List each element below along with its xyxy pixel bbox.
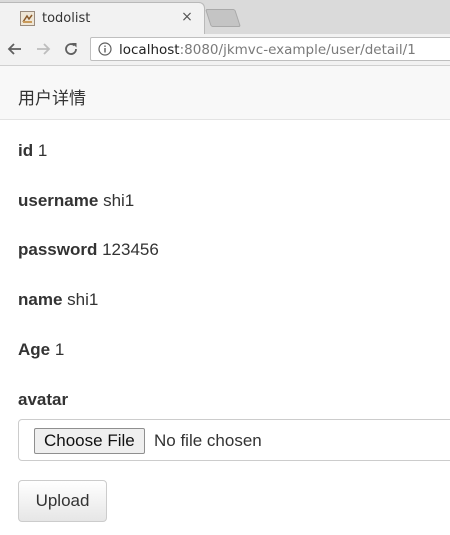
- field-label: avatar: [18, 390, 69, 409]
- field-value: 1: [54, 340, 65, 359]
- field-value: 1: [37, 141, 48, 160]
- field-label: password: [18, 240, 98, 259]
- arrow-left-icon[interactable]: [7, 41, 23, 57]
- url-path: :8080/jkmvc-example/user/detail/1: [179, 42, 416, 58]
- field-password: password 123456: [18, 240, 159, 260]
- new-tab-button[interactable]: [205, 9, 241, 27]
- upload-button[interactable]: Upload: [18, 480, 107, 522]
- field-username: username shi1: [18, 191, 134, 211]
- field-value: shi1: [67, 290, 99, 309]
- tab-title: todolist: [42, 11, 91, 26]
- field-avatar-label: avatar: [18, 390, 68, 410]
- field-value: shi1: [103, 191, 135, 210]
- field-value: 123456: [102, 240, 159, 259]
- field-name: name shi1: [18, 290, 98, 310]
- choose-file-button[interactable]: Choose File: [34, 428, 145, 454]
- page-header: 用户详情: [0, 66, 450, 120]
- field-label: name: [18, 290, 63, 309]
- field-label: username: [18, 191, 99, 210]
- field-id: id 1: [18, 141, 47, 161]
- page-title[interactable]: 用户详情: [18, 84, 86, 109]
- page-favicon-icon: [20, 11, 35, 26]
- avatar-file-input[interactable]: Choose File No file chosen: [18, 419, 450, 461]
- file-status-text: No file chosen: [154, 431, 262, 450]
- browser-toolbar: localhost:8080/jkmvc-example/user/detail…: [0, 34, 450, 66]
- field-label: Age: [18, 340, 51, 359]
- address-bar[interactable]: localhost:8080/jkmvc-example/user/detail…: [90, 37, 450, 61]
- url-text: localhost:8080/jkmvc-example/user/detail…: [119, 42, 416, 58]
- arrow-right-icon[interactable]: [35, 41, 51, 57]
- info-icon[interactable]: [98, 42, 112, 56]
- field-label: id: [18, 141, 34, 160]
- reload-icon[interactable]: [63, 41, 79, 57]
- tab-strip: todolist ×: [0, 0, 450, 34]
- browser-tab[interactable]: todolist ×: [0, 2, 205, 34]
- tab-close-icon[interactable]: ×: [180, 10, 194, 24]
- field-age: Age 1: [18, 340, 64, 360]
- url-host: localhost: [119, 42, 180, 58]
